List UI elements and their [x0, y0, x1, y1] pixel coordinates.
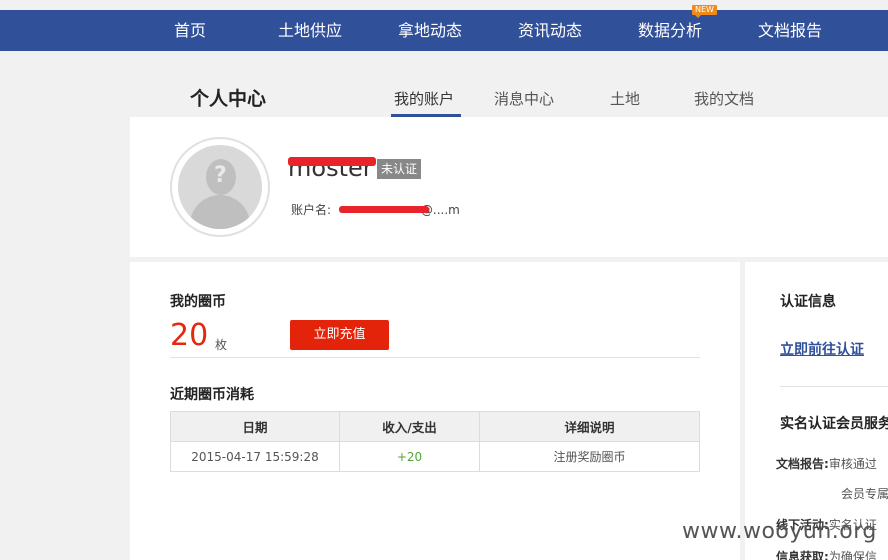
nav-item-land-supply[interactable]: 土地供应 [278, 10, 342, 51]
nav-item-news[interactable]: 资讯动态 [518, 10, 582, 51]
records-title: 近期圈币消耗 [170, 387, 254, 403]
nav-item-label: 首页 [173, 21, 207, 40]
service-line-label: 文档报告: [776, 457, 829, 471]
coin-count: 20 [170, 318, 209, 353]
nav-item-label: 拿地动态 [397, 21, 463, 40]
coins-card: 我的圈币 20 枚 立即充值 近期圈币消耗 日期 收入/支出 详细说明 2015… [130, 262, 740, 560]
column-header-amount: 收入/支出 [339, 411, 480, 442]
service-line: 信息获取:为确保信 [776, 548, 877, 560]
nav-item-data-analysis[interactable]: 数据分析 NEW [637, 5, 717, 51]
coins-title: 我的圈币 [170, 294, 226, 310]
record-description: 注册奖励圈币 [479, 441, 700, 472]
new-badge: NEW [691, 5, 717, 18]
record-amount: +20 [339, 441, 480, 472]
service-title: 实名认证会员服务 [780, 416, 888, 432]
nav-item-label: 数据分析 [637, 21, 703, 40]
account-label: 账户名: [291, 203, 332, 217]
redaction-mark [339, 206, 429, 213]
verify-status-badge: 未认证 [377, 159, 422, 179]
watermark: www.wooyun.org [682, 519, 877, 544]
column-header-description: 详细说明 [479, 411, 700, 442]
verification-panel: 认证信息 立即前往认证 实名认证会员服务 文档报告:审核通过 会员专属 线下活动… [745, 262, 888, 560]
nav-item-label: 文档报告 [757, 21, 823, 40]
top-strip [0, 0, 888, 10]
page-title: 个人中心 [190, 88, 267, 110]
main-nav: 首页 土地供应 拿地动态 资讯动态 数据分析 NEW 文档报告 [0, 5, 888, 51]
divider [780, 386, 888, 387]
nav-item-label: 资讯动态 [517, 21, 583, 40]
table-header-row: 日期 收入/支出 详细说明 [170, 411, 700, 442]
redaction-mark [288, 157, 376, 166]
tab-message-center[interactable]: 消息中心 [494, 88, 554, 109]
verify-info-title: 认证信息 [780, 294, 836, 310]
divider [170, 357, 700, 358]
go-verify-link[interactable]: 立即前往认证 [780, 339, 864, 359]
profile-card: ? moster 未认证 账户名: @....m [130, 117, 888, 257]
service-line: 会员专属 [841, 485, 888, 502]
column-header-date: 日期 [170, 411, 340, 442]
service-line-label: 信息获取: [776, 550, 829, 560]
tab-my-account[interactable]: 我的账户 [394, 88, 454, 109]
tab-land[interactable]: 土地 [610, 88, 640, 109]
service-line-text: 为确保信 [828, 550, 877, 560]
service-line: 文档报告:审核通过 [776, 455, 877, 472]
avatar[interactable]: ? [170, 137, 270, 237]
nav-item-reports[interactable]: 文档报告 [758, 10, 822, 51]
recharge-button[interactable]: 立即充值 [290, 320, 389, 350]
tab-my-documents[interactable]: 我的文档 [694, 88, 754, 109]
coin-records-table: 日期 收入/支出 详细说明 2015-04-17 15:59:28 +20 注册… [170, 411, 700, 472]
nav-item-land-acquisition[interactable]: 拿地动态 [398, 10, 462, 51]
service-line-text: 审核通过 [828, 457, 877, 471]
coin-unit: 枚 [215, 338, 228, 352]
avatar-placeholder-icon: ? [178, 145, 262, 229]
record-date: 2015-04-17 15:59:28 [170, 441, 340, 472]
nav-item-label: 土地供应 [277, 21, 343, 40]
service-line-text: 会员专属 [841, 487, 888, 501]
nav-item-home[interactable]: 首页 [174, 10, 206, 51]
table-row: 2015-04-17 15:59:28 +20 注册奖励圈币 [170, 441, 700, 472]
